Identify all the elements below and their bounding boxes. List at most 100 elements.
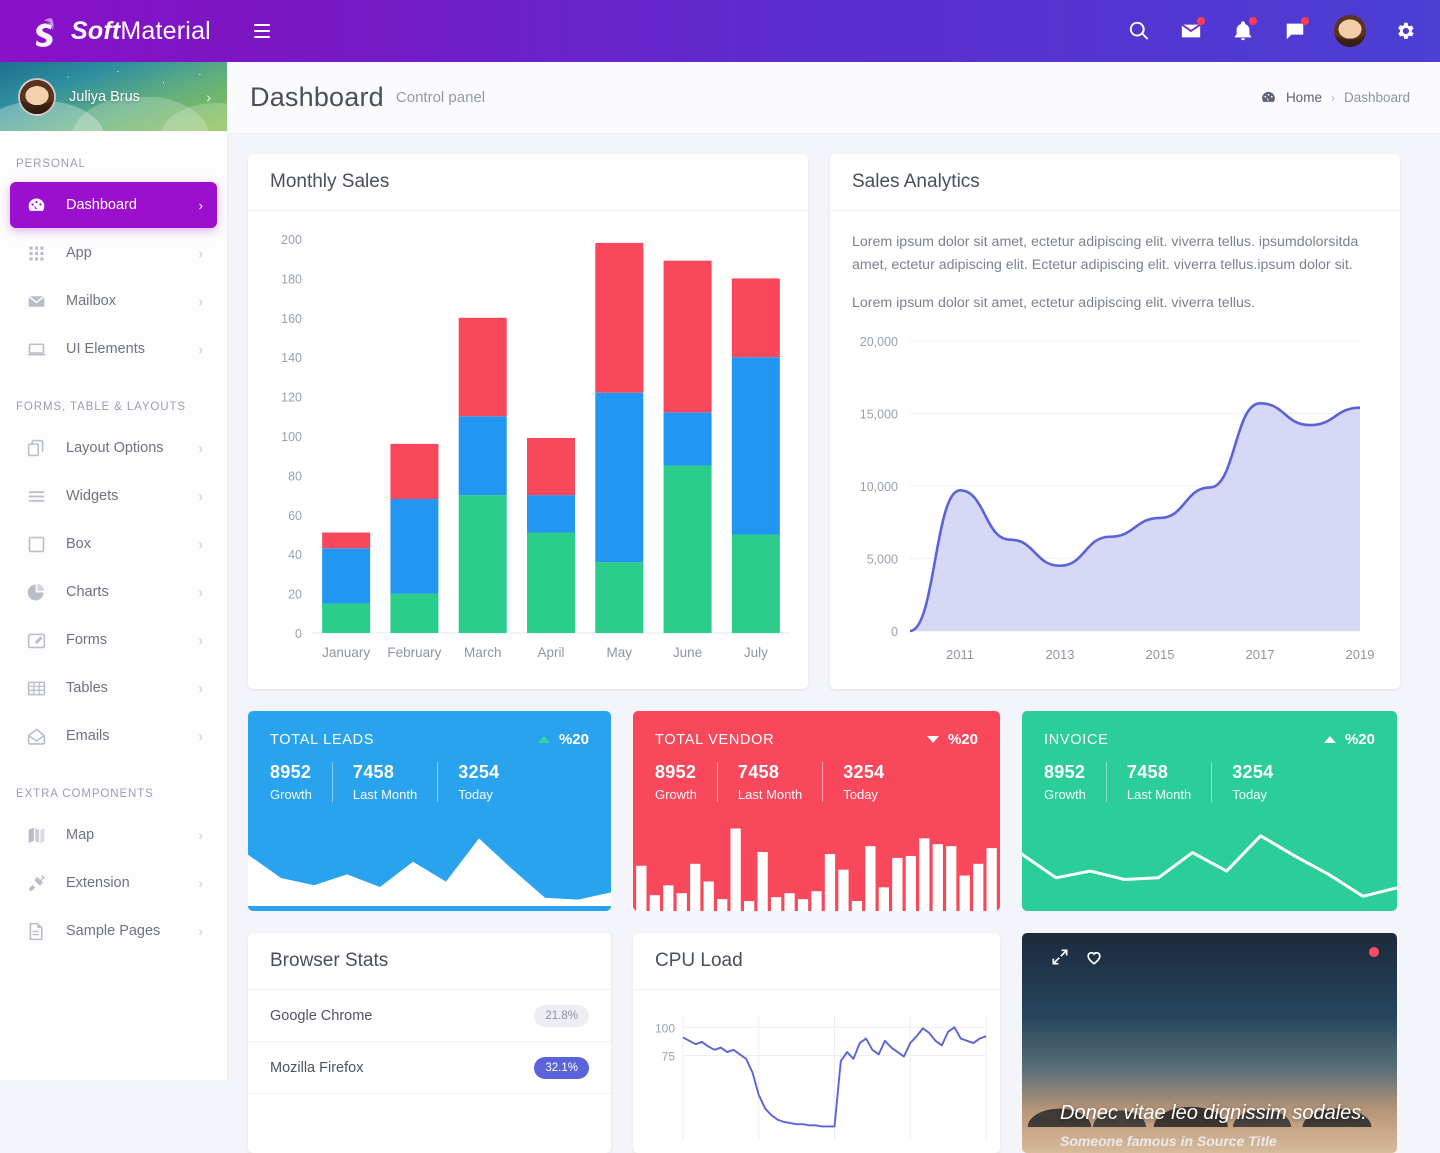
kpi-card-invoice[interactable]: INVOICE %20 8952 Growth 7458 Last Month 3254 To… [1022,711,1397,911]
browser-percent-badge: 21.8% [534,1004,589,1027]
svg-text:20: 20 [288,588,302,602]
monthly-sales-body: 0 20 40 60 80 100 120 140 160 180 200 January Februa… [248,211,808,686]
chevron-right-icon: › [198,923,203,939]
kpi-stat-value: 3254 [458,762,500,782]
square-icon [26,534,66,555]
kpi-sparkline [1022,834,1397,898]
sidebar-item-label: Map [66,827,95,843]
svg-text:180: 180 [281,272,302,286]
breadcrumb-current: Dashboard [1343,90,1410,105]
sidebar-item-mailbox[interactable]: Mailbox › [10,278,217,324]
breadcrumb-separator: › [1330,90,1335,105]
kpi-stat-label: Last Month [352,787,418,802]
svg-text:April: April [537,645,564,660]
sidebar-item-emails[interactable]: Emails › [10,713,217,759]
chevron-right-icon: › [198,584,203,600]
content-row-kpis: TOTAL LEADS %20 8952 Growth 7458 Last Month 32… [248,711,1420,911]
trend-up-icon [1323,736,1336,743]
sidebar-item-sample-pages[interactable]: Sample Pages › [10,908,217,954]
chevron-right-icon: › [198,245,203,261]
content-row-bottom: Browser Stats Google Chrome 21.8% Mozilla … [248,933,1420,1153]
brand-text: SoftMaterial [71,17,211,46]
sidebar-user-name: Juliya Brus [69,88,140,105]
chat-icon[interactable] [1282,17,1309,44]
kpi-stat: 8952 Growth [655,762,718,802]
sidebar-item-widgets[interactable]: Widgets › [10,473,217,519]
svg-text:60: 60 [288,509,302,523]
hamburger-menu-icon[interactable] [254,18,280,44]
sidebar-item-ui-elements[interactable]: UI Elements › [10,326,217,372]
kpi-stat-label: Last Month [1126,787,1192,802]
sidebar-item-forms[interactable]: Forms › [10,617,217,663]
gear-icon[interactable] [1392,18,1418,44]
svg-text:20,000: 20,000 [860,335,898,349]
sales-analytics-paragraph-2: Lorem ipsum dolor sit amet, ectetur adip… [852,295,1255,311]
chevron-right-icon: › [198,293,203,309]
sidebar-item-charts[interactable]: Charts › [10,569,217,615]
sidebar-item-dashboard[interactable]: Dashboard › [10,182,217,228]
brand-logo[interactable]: SoftMaterial [0,14,228,48]
kpi-stat-label: Today [1232,787,1267,802]
mail-icon[interactable] [1178,17,1205,44]
chevron-right-icon: › [198,197,203,213]
search-icon[interactable] [1126,18,1152,44]
kpi-card-total-leads[interactable]: TOTAL LEADS %20 8952 Growth 7458 Last Month 32… [248,711,611,911]
pages-icon [26,921,66,942]
sidebar-item-label: Sample Pages [66,923,161,939]
sidebar-item-label: Forms [66,632,108,648]
kpi-stat: 3254 Today [843,762,904,802]
chat-badge [1301,17,1309,25]
cpu-load-chart[interactable]: 75 100 [641,1002,991,1142]
browser-stats-header: Browser Stats [248,933,611,990]
mail-badge [1197,17,1205,25]
dashboard-icon [26,195,66,216]
chevron-right-icon: › [198,680,203,696]
sidebar-section-label: EXTRA COMPONENTS [16,788,154,800]
sidebar-item-map[interactable]: Map › [10,812,217,858]
svg-text:160: 160 [281,312,302,326]
kpi-sparkline [248,838,611,911]
softmaterial-logo-icon [35,18,54,47]
kpi-stat: 7458 Last Month [352,762,439,802]
sales-analytics-chart[interactable]: 0 5,000 10,000 15,000 20,000 2011 2013 2015 2017… [830,321,1390,689]
monthly-sales-chart[interactable]: 0 20 40 60 80 100 120 140 160 180 200 January Februa… [260,221,796,681]
page-title: Dashboard [250,82,384,112]
browser-name: Mozilla Firefox [270,1059,364,1076]
heart-icon[interactable] [1084,947,1104,967]
browser-stats-list: Google Chrome 21.8% Mozilla Firefox 32.1% [248,990,611,1094]
edit-icon [26,630,66,651]
bell-icon[interactable] [1230,17,1257,44]
sidebar-item-label: Widgets [66,488,119,504]
kpi-stat: 8952 Growth [1044,762,1107,802]
svg-text:100: 100 [281,430,302,444]
sidebar-item-extension[interactable]: Extension › [10,860,217,906]
avatar[interactable] [1334,15,1366,47]
monthly-sales-header: Monthly Sales [248,154,808,211]
open-mail-icon [26,726,66,747]
kpi-percent: %20 [558,731,589,748]
expand-icon[interactable] [1050,947,1070,967]
chevron-right-icon: › [198,875,203,891]
photo-quote-source: Someone famous in Source Title [1060,1133,1277,1149]
sidebar-section-label: PERSONAL [16,158,86,170]
cpu-load-card: CPU Load 75 100 [633,933,1000,1153]
kpi-stat-label: Today [843,787,878,802]
sidebar-item-label: Layout Options [66,440,164,456]
sidebar-item-app[interactable]: App › [10,230,217,276]
kpi-trend: %20 [926,731,978,748]
kpi-card-total-vendor[interactable]: TOTAL VENDOR %20 8952 Growth 7458 Last Month 3… [633,711,1000,911]
sidebar-item-layout-options[interactable]: Layout Options › [10,425,217,471]
photo-quote-card[interactable]: Donec vitae leo dignissim sodales. Someo… [1022,933,1397,1153]
sidebar-item-box[interactable]: Box › [10,521,217,567]
trend-down-icon [926,736,939,743]
content-row-charts: Monthly Sales 0 20 40 60 80 100 120 140 160 180 20… [248,154,1420,689]
sidebar-user-profile[interactable]: Juliya Brus › [0,62,227,131]
envelope-icon [26,291,66,312]
kpi-sparkline [636,828,997,911]
page-subtitle: Control panel [395,89,486,106]
chevron-right-icon: › [198,341,203,357]
sidebar-item-tables[interactable]: Tables › [10,665,217,711]
sidebar-section-label: FORMS, TABLE & LAYOUTS [16,401,186,413]
breadcrumb-home-link[interactable]: Home [1286,90,1322,105]
browser-stats-row: Mozilla Firefox 32.1% [248,1042,611,1094]
